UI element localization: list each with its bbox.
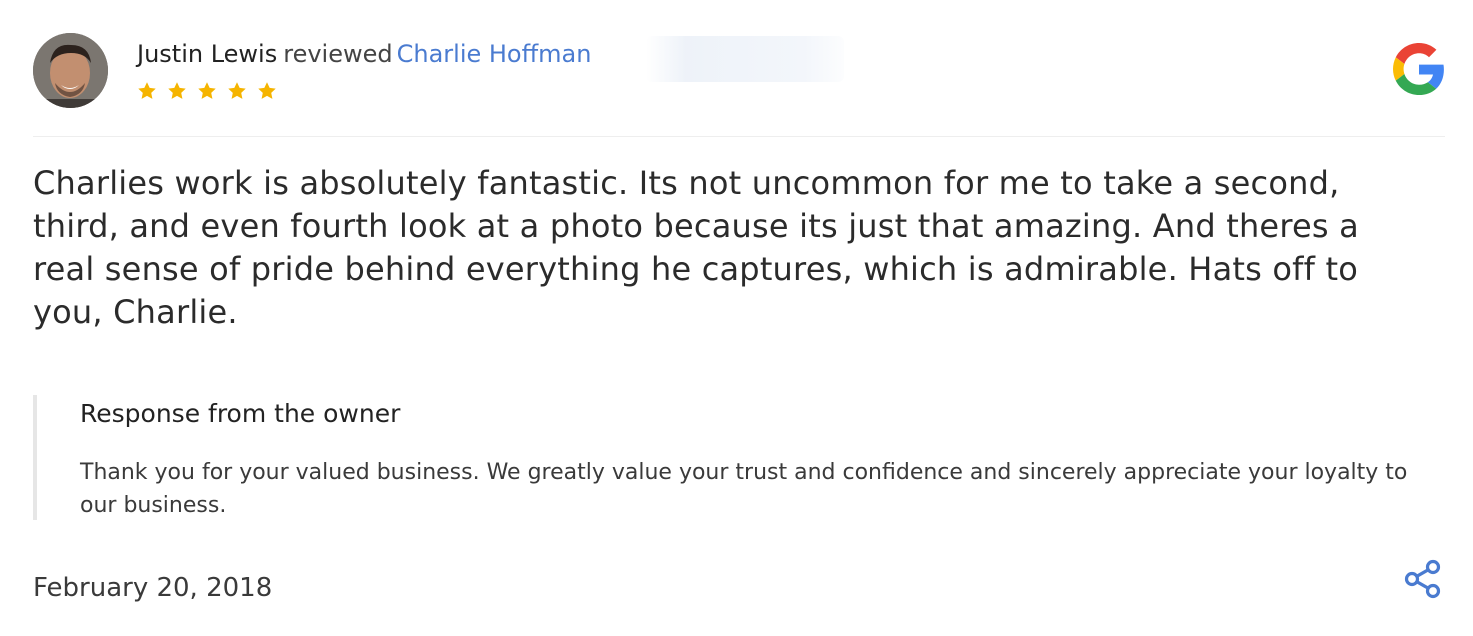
reviewer-name[interactable]: Justin Lewis: [137, 40, 277, 68]
review-text: Charlies work is absolutely fantastic. I…: [33, 164, 1359, 331]
response-accent-bar: [33, 395, 37, 520]
owner-response-title: Response from the owner: [80, 399, 401, 428]
reviewer-avatar[interactable]: [33, 33, 108, 108]
star-rating: [136, 80, 278, 102]
review-date: February 20, 2018: [33, 573, 273, 603]
share-icon[interactable]: [1404, 559, 1442, 599]
review-header: Justin Lewis reviewed Charlie Hoffman: [137, 38, 591, 70]
google-icon: [1393, 43, 1444, 95]
star-icon: [258, 82, 276, 99]
star-icon: [198, 82, 216, 99]
star-icon: [138, 82, 156, 99]
reviewed-label: reviewed: [283, 40, 393, 68]
avatar-photo: [33, 33, 108, 108]
blurred-location: [646, 36, 844, 82]
header-divider: [33, 136, 1445, 137]
star-icon: [228, 82, 246, 99]
owner-response-text: Thank you for your valued business. We g…: [80, 460, 1408, 518]
star-icon: [168, 82, 186, 99]
review-card: Justin Lewis reviewed Charlie Hoffman Char…: [0, 0, 1473, 636]
business-name-link[interactable]: Charlie Hoffman: [397, 40, 592, 68]
